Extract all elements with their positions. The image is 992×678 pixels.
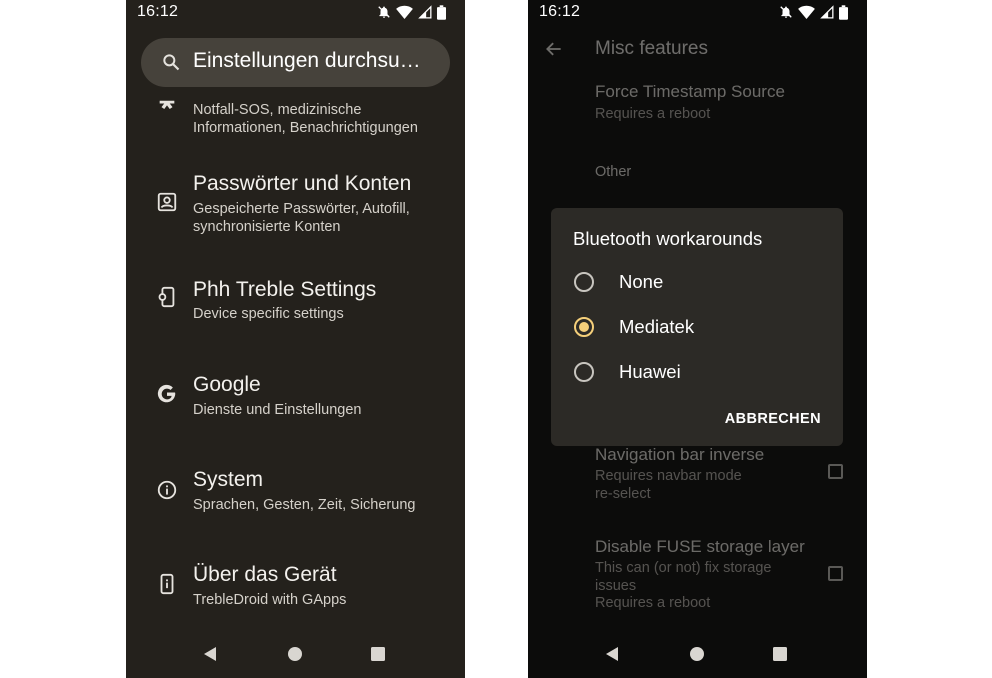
pref-checkbox[interactable]	[828, 566, 843, 581]
settings-search[interactable]: Einstellungen durchsu…	[141, 38, 450, 87]
status-bar: 16:12	[126, 0, 465, 24]
cancel-button[interactable]: ABBRECHEN	[725, 411, 821, 427]
radio-label: Huawei	[619, 361, 681, 382]
pref-subtitle: Requires navbar mode	[595, 468, 742, 484]
pref-subtitle: Requires a reboot	[595, 595, 711, 611]
radio-option-huawei[interactable]: Huawei	[551, 350, 843, 394]
notifications-off-icon	[780, 6, 792, 18]
pref-subtitle: Requires a reboot	[595, 106, 711, 122]
notifications-off-icon	[378, 6, 390, 18]
pref-subtitle: issues	[595, 577, 637, 594]
pref-subtitle: re-select	[595, 485, 651, 502]
category-label: Other	[595, 164, 632, 180]
pref-title: Navigation bar inverse	[595, 445, 765, 464]
emergency-icon	[159, 100, 175, 109]
settings-item-subtitle: Sprachen, Gesten, Zeit, Sicherung	[193, 497, 416, 513]
pref-title: Disable FUSE storage layer	[595, 537, 805, 556]
battery-icon	[437, 4, 446, 20]
wifi-icon	[798, 5, 815, 19]
navigation-bar	[528, 630, 867, 678]
status-time: 16:12	[539, 3, 581, 20]
settings-screen: 16:12 Einstellungen durchsu… Notfall-SOS…	[126, 0, 465, 678]
battery-icon	[839, 4, 848, 20]
device-info-icon	[160, 573, 174, 595]
google-icon	[157, 384, 176, 403]
back-icon[interactable]	[603, 644, 623, 664]
pref-title: Force Timestamp Source	[595, 82, 785, 101]
radio-button-selected[interactable]	[574, 317, 594, 337]
home-icon[interactable]	[285, 644, 305, 664]
settings-item-subtitle: TrebleDroid with GApps	[193, 592, 347, 608]
settings-item-title: Über das Gerät	[193, 563, 337, 586]
settings-item-subtitle: Informationen, Benachrichtigungen	[193, 119, 418, 136]
settings-item-title: Phh Treble Settings	[193, 278, 377, 301]
misc-features-screen: Misc features Force Timestamp Source Req…	[528, 0, 867, 678]
radio-option-mediatek[interactable]: Mediatek	[551, 305, 843, 349]
radio-label: Mediatek	[619, 316, 695, 337]
settings-item-title: Google	[193, 373, 261, 396]
settings-item-subtitle: Dienste und Einstellungen	[193, 402, 362, 418]
radio-button[interactable]	[574, 362, 594, 382]
settings-item-subtitle: Notfall-SOS, medizinische	[193, 102, 362, 118]
recents-icon[interactable]	[368, 644, 388, 664]
bluetooth-workarounds-dialog: Bluetooth workarounds None Mediatek Huaw…	[551, 208, 843, 446]
settings-item-title: System	[193, 468, 264, 491]
signal-icon	[820, 5, 834, 19]
radio-button[interactable]	[574, 272, 594, 292]
back-arrow-icon[interactable]	[544, 39, 564, 59]
back-icon[interactable]	[201, 644, 221, 664]
dialog-title: Bluetooth workarounds	[573, 228, 763, 249]
signal-icon	[418, 5, 432, 19]
settings-item-title: Passwörter und Konten	[193, 172, 412, 195]
settings-item-subtitle: Gespeicherte Passwörter, Autofill,	[193, 201, 410, 217]
wifi-icon	[396, 5, 413, 19]
radio-option-none[interactable]: None	[551, 260, 843, 304]
search-placeholder: Einstellungen durchsu…	[193, 49, 421, 72]
settings-item-subtitle: synchronisierte Konten	[193, 218, 341, 235]
radio-label: None	[619, 271, 664, 292]
status-bar: 16:12	[528, 0, 867, 24]
navigation-bar	[126, 630, 465, 678]
pref-checkbox[interactable]	[828, 464, 843, 479]
phone-settings-icon	[158, 286, 175, 308]
account-box-icon	[157, 192, 177, 212]
status-time: 16:12	[137, 3, 179, 20]
home-icon[interactable]	[687, 644, 707, 664]
info-icon	[157, 480, 177, 500]
settings-item-subtitle: Device specific settings	[193, 306, 344, 322]
search-icon	[163, 54, 180, 71]
pref-subtitle: This can (or not) fix storage	[595, 560, 772, 576]
recents-icon[interactable]	[770, 644, 790, 664]
page-title: Misc features	[595, 38, 708, 59]
